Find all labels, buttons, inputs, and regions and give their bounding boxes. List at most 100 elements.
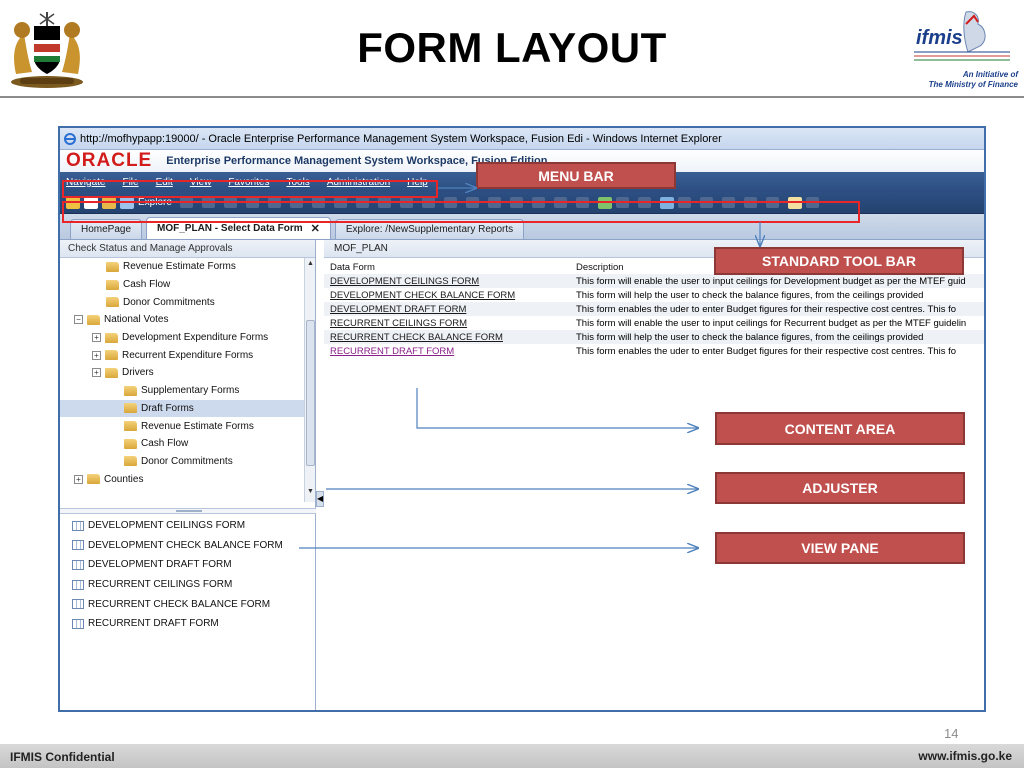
- callout-standard-tool-bar: STANDARD TOOL BAR: [714, 247, 964, 275]
- data-form-link[interactable]: RECURRENT CEILINGS FORM: [330, 318, 467, 329]
- column-header-data-form[interactable]: Data Form: [324, 262, 576, 273]
- tab-label: MOF_PLAN - Select Data Form: [157, 223, 303, 234]
- view-pane-item-label: RECURRENT DRAFT FORM: [88, 618, 219, 630]
- tree-item-label: Donor Commitments: [141, 455, 233, 467]
- view-pane-item-label: DEVELOPMENT DRAFT FORM: [88, 559, 232, 571]
- view-pane-item[interactable]: DEVELOPMENT CHECK BALANCE FORM: [60, 536, 316, 556]
- data-form-icon: [72, 559, 84, 570]
- table-cell-description: This form will enable the user to input …: [576, 275, 966, 287]
- view-pane-item[interactable]: RECURRENT CHECK BALANCE FORM: [60, 594, 316, 614]
- scroll-up-icon[interactable]: ▲: [305, 260, 316, 272]
- browser-title: http://mofhypapp:19000/ - Oracle Enterpr…: [80, 132, 722, 145]
- data-form-link[interactable]: RECURRENT CHECK BALANCE FORM: [330, 332, 503, 343]
- view-pane-item[interactable]: DEVELOPMENT DRAFT FORM: [60, 555, 316, 575]
- data-form-icon: [72, 599, 84, 610]
- view-pane-item[interactable]: RECURRENT DRAFT FORM: [60, 614, 316, 634]
- data-form-link[interactable]: DEVELOPMENT DRAFT FORM: [330, 304, 466, 315]
- table-cell-description: This form will enable the user to input …: [576, 317, 967, 329]
- table-cell-form: RECURRENT CEILINGS FORM: [324, 318, 576, 329]
- table-row: DEVELOPMENT CHECK BALANCE FORM This form …: [324, 288, 984, 302]
- data-form-icon: [72, 579, 84, 590]
- table-cell-form: RECURRENT DRAFT FORM: [324, 346, 576, 357]
- adjuster-handle[interactable]: ◀: [316, 491, 324, 507]
- data-form-icon: [72, 540, 84, 551]
- expand-icon[interactable]: +: [92, 350, 101, 360]
- tree-item-label: Counties: [104, 473, 144, 485]
- folder-tree: Revenue Estimate Forms Cash Flow Donor Com…: [60, 258, 304, 502]
- folder-icon: [106, 261, 119, 272]
- folder-icon: [124, 385, 137, 396]
- tree-item[interactable]: + Recurrent Expenditure Forms: [60, 346, 304, 364]
- data-form-link[interactable]: DEVELOPMENT CHECK BALANCE FORM: [330, 290, 515, 301]
- tagline-line-2: The Ministry of Finance: [928, 80, 1018, 89]
- tree-item[interactable]: Supplementary Forms: [60, 382, 304, 400]
- tree-item-label: Cash Flow: [141, 438, 189, 450]
- navigation-pane: Check Status and Manage Approvals Revenu…: [60, 240, 316, 710]
- tree-item-label: Donor Commitments: [123, 296, 215, 308]
- tree-item[interactable]: + Counties: [60, 470, 304, 488]
- close-icon[interactable]: ✕: [311, 222, 320, 235]
- tree-item[interactable]: + Development Expenditure Forms: [60, 329, 304, 347]
- oracle-logo: ORACLE: [66, 150, 153, 171]
- table-row: RECURRENT CHECK BALANCE FORM This form wi…: [324, 330, 984, 344]
- data-form-link[interactable]: RECURRENT DRAFT FORM: [330, 346, 454, 357]
- scroll-down-icon[interactable]: ▼: [305, 488, 316, 500]
- tab-label: Explore: /NewSupplementary Reports: [345, 224, 514, 235]
- tree-item-label: Revenue Estimate Forms: [141, 420, 254, 432]
- tree-item[interactable]: Revenue Estimate Forms: [60, 258, 304, 276]
- header-divider: [0, 96, 1024, 98]
- view-pane-item-label: RECURRENT CEILINGS FORM: [88, 579, 233, 591]
- expand-icon[interactable]: +: [92, 368, 101, 378]
- tree-item-label: Draft Forms: [141, 402, 194, 414]
- tab-label: HomePage: [81, 224, 132, 235]
- folder-icon: [87, 314, 100, 325]
- tree-item[interactable]: Cash Flow: [60, 276, 304, 294]
- callout-view-pane: VIEW PANE: [715, 532, 965, 564]
- scroll-thumb[interactable]: [306, 320, 315, 466]
- folder-icon: [106, 297, 119, 308]
- tree-item[interactable]: Draft Forms: [60, 399, 304, 418]
- footer-website: www.ifmis.go.ke: [918, 749, 1012, 763]
- view-pane-item[interactable]: DEVELOPMENT CEILINGS FORM: [60, 516, 316, 536]
- tree-item-label: Supplementary Forms: [141, 385, 240, 397]
- data-form-link[interactable]: DEVELOPMENT CEILINGS FORM: [330, 276, 479, 287]
- view-pane-item-label: DEVELOPMENT CHECK BALANCE FORM: [88, 539, 283, 551]
- view-pane-item-label: RECURRENT CHECK BALANCE FORM: [88, 598, 271, 610]
- table-cell-description: This form will help the user to check th…: [576, 289, 924, 301]
- folder-icon: [124, 438, 137, 449]
- tree-item[interactable]: Cash Flow: [60, 435, 304, 453]
- folder-icon: [105, 350, 118, 361]
- pane-header[interactable]: Check Status and Manage Approvals: [60, 240, 315, 258]
- tree-item[interactable]: Revenue Estimate Forms: [60, 417, 304, 435]
- tree-scrollbar[interactable]: ▲ ▼: [304, 258, 315, 502]
- collapse-icon[interactable]: −: [74, 315, 83, 325]
- view-pane-item-label: DEVELOPMENT CEILINGS FORM: [88, 520, 246, 532]
- table-cell-description: This form will help the user to check th…: [576, 331, 924, 343]
- slide: FORM LAYOUT ifmis An Initiative of The M…: [0, 0, 1024, 768]
- footer-confidential: IFMIS Confidential: [10, 750, 115, 764]
- view-pane-item[interactable]: RECURRENT CEILINGS FORM: [60, 575, 316, 595]
- ifmis-tagline: An Initiative of The Ministry of Finance: [910, 70, 1018, 90]
- ie-title-bar: http://mofhypapp:19000/ - Oracle Enterpr…: [60, 128, 984, 150]
- folder-icon: [124, 456, 137, 467]
- table-cell-form: RECURRENT CHECK BALANCE FORM: [324, 332, 576, 343]
- folder-icon: [105, 367, 118, 378]
- data-form-icon: [72, 520, 84, 531]
- slide-title: FORM LAYOUT: [357, 24, 667, 71]
- table-cell-description: This form enables the uder to enter Budg…: [576, 303, 957, 315]
- splitter-grip[interactable]: [176, 510, 202, 512]
- tree-item-label: Drivers: [122, 367, 154, 379]
- tree-item[interactable]: Donor Commitments: [60, 453, 304, 471]
- internet-explorer-icon: [64, 132, 76, 145]
- table-cell-form: DEVELOPMENT CEILINGS FORM: [324, 276, 576, 287]
- folder-icon: [124, 403, 137, 414]
- pane-splitter[interactable]: [60, 508, 316, 514]
- tagline-line-1: An Initiative of: [962, 70, 1018, 79]
- tree-item[interactable]: − National Votes: [60, 311, 304, 329]
- tree-item[interactable]: + Drivers: [60, 364, 304, 382]
- table-row: RECURRENT DRAFT FORM This form enables th…: [324, 344, 984, 358]
- table-cell-form: DEVELOPMENT DRAFT FORM: [324, 304, 576, 315]
- expand-icon[interactable]: +: [92, 333, 101, 343]
- expand-icon[interactable]: +: [74, 474, 83, 484]
- tree-item[interactable]: Donor Commitments: [60, 293, 304, 311]
